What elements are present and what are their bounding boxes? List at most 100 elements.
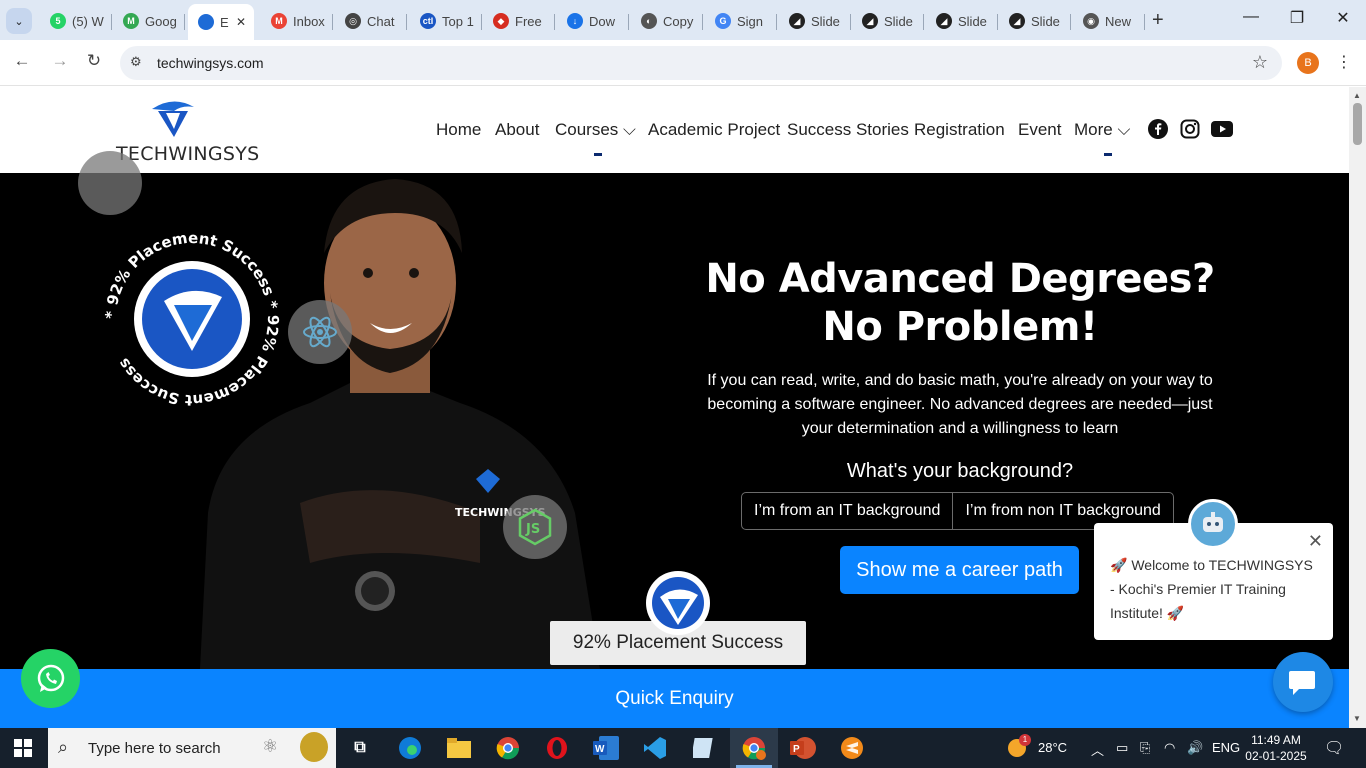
whatsapp-icon[interactable]: [21, 649, 80, 708]
battery-icon[interactable]: ▭: [1116, 740, 1128, 756]
weather-badge: 1: [1019, 734, 1031, 746]
file-explorer-icon[interactable]: [445, 734, 473, 762]
nav-academic-project[interactable]: Academic Project: [648, 120, 780, 140]
taskbar-search-box[interactable]: ⌕ Type here to search ⚛: [48, 728, 336, 768]
tab-favicon-icon: M: [123, 13, 139, 29]
device-icon[interactable]: ⎘: [1140, 740, 1150, 756]
logo-text[interactable]: TECHWINGSYS: [116, 143, 260, 165]
browser-tab[interactable]: ◢ Slide: [926, 6, 998, 36]
career-path-button[interactable]: Show me a career path: [840, 546, 1079, 594]
instagram-icon[interactable]: [1179, 118, 1201, 140]
system-clock[interactable]: 11:49 AM 02-01-2025: [1244, 732, 1308, 764]
browser-tab[interactable]: ◉ New: [1073, 6, 1145, 36]
tab-favicon-icon: [198, 14, 214, 30]
windows-start-icon[interactable]: [14, 739, 32, 757]
it-background-button[interactable]: I’m from an IT background: [742, 493, 952, 529]
chevron-down-icon: ⌵: [1117, 120, 1131, 139]
scroll-up-arrow-icon[interactable]: ▲: [1353, 91, 1361, 100]
browser-tab[interactable]: ◢ Slide: [852, 6, 924, 36]
vscode-icon[interactable]: [641, 734, 669, 762]
weather-icon[interactable]: 1: [1005, 734, 1031, 760]
minimize-button[interactable]: —: [1236, 8, 1266, 26]
tech-bubble-icon: [78, 151, 142, 215]
maximize-button[interactable]: ❐: [1282, 8, 1312, 28]
volume-icon[interactable]: 🔊: [1187, 740, 1203, 756]
browser-tab[interactable]: ◢ Slide: [779, 6, 851, 36]
edge-icon[interactable]: [396, 734, 424, 762]
browser-tab-strip: ⌄ 5 (5) W M Goog E ✕ M Inbox ◎ Chat ctl Top 1 ◆ Free ↓…: [0, 0, 1366, 40]
wifi-icon[interactable]: ◠: [1164, 740, 1175, 756]
weather-temperature[interactable]: 28°C: [1038, 740, 1067, 755]
profile-avatar[interactable]: B: [1297, 52, 1319, 74]
tab-favicon-icon: ctl: [420, 13, 436, 29]
tab-title: New: [1105, 13, 1132, 29]
language-indicator[interactable]: ENG: [1212, 740, 1240, 755]
tab-favicon-icon: ◢: [789, 13, 805, 29]
tab-separator: [554, 14, 555, 30]
browser-tab[interactable]: ↓ Dow: [557, 6, 629, 36]
new-tab-button[interactable]: +: [1152, 9, 1164, 32]
browser-tab[interactable]: ◐ Copy: [631, 6, 703, 36]
browser-tab[interactable]: E ✕: [188, 4, 254, 40]
browser-tab[interactable]: G Sign: [705, 6, 777, 36]
chrome-profile-icon[interactable]: [740, 734, 768, 762]
tab-favicon-icon: ◎: [345, 13, 361, 29]
chat-launcher-button[interactable]: [1273, 652, 1333, 712]
close-window-button[interactable]: ✕: [1328, 8, 1358, 28]
back-button[interactable]: ←: [10, 51, 34, 71]
tab-separator: [923, 14, 924, 30]
nav-registration[interactable]: Registration: [914, 120, 1005, 140]
atom-icon: ⚛: [262, 736, 279, 756]
tab-title: Free: [515, 13, 542, 29]
notepad-icon[interactable]: [690, 734, 718, 762]
nav-more[interactable]: More ⌵: [1074, 120, 1130, 140]
tab-close-icon[interactable]: ✕: [236, 15, 246, 29]
browser-menu-icon[interactable]: ⋮: [1336, 52, 1352, 72]
chevron-up-icon[interactable]: ︿: [1091, 740, 1104, 759]
nav-about[interactable]: About: [495, 120, 539, 140]
tab-favicon-icon: ◉: [1083, 13, 1099, 29]
browser-tab[interactable]: M Inbox: [261, 6, 333, 36]
nav-event[interactable]: Event: [1018, 120, 1061, 140]
browser-tab[interactable]: 5 (5) W: [40, 6, 112, 36]
word-icon[interactable]: W: [592, 734, 620, 762]
tab-favicon-icon: ◢: [862, 13, 878, 29]
scrollbar-thumb[interactable]: [1353, 103, 1362, 145]
browser-tab[interactable]: ctl Top 1: [410, 6, 482, 36]
tab-separator: [184, 14, 185, 30]
notification-icon[interactable]: 🗨: [1324, 738, 1344, 758]
tab-favicon-icon: ◢: [1009, 13, 1025, 29]
youtube-icon[interactable]: [1211, 118, 1233, 140]
tab-title: Goog: [145, 13, 177, 29]
tab-title: Slide: [811, 13, 840, 29]
bookmark-star-icon[interactable]: ☆: [1252, 52, 1268, 73]
techwingsys-logo-icon[interactable]: [148, 97, 198, 139]
nav-courses[interactable]: Courses ⌵: [555, 120, 636, 140]
browser-tab[interactable]: ◢ Slide: [999, 6, 1071, 36]
quick-enquiry-bar[interactable]: Quick Enquiry: [0, 669, 1349, 728]
windows-taskbar: ⌕ Type here to search ⚛ ⧉ W P 1 28°C ︿ ▭…: [0, 728, 1366, 768]
page-scrollbar[interactable]: ▲ ▼: [1349, 87, 1366, 728]
site-info-icon[interactable]: ⚙: [130, 54, 142, 70]
forward-button[interactable]: →: [48, 51, 72, 71]
powerpoint-icon[interactable]: P: [789, 734, 817, 762]
browser-tab[interactable]: ◆ Free: [483, 6, 555, 36]
tab-separator: [776, 14, 777, 30]
tab-search-button[interactable]: ⌄: [6, 8, 32, 34]
facebook-icon[interactable]: [1147, 118, 1169, 140]
nav-courses-label: Courses: [555, 120, 619, 139]
chat-welcome-text: 🚀 Welcome to TECHWINGSYS - Kochi's Premi…: [1110, 557, 1313, 621]
address-bar[interactable]: ⚙ techwingsys.com ☆: [120, 46, 1282, 80]
nav-success-stories[interactable]: Success Stories: [787, 120, 909, 140]
task-view-icon[interactable]: ⧉: [346, 734, 374, 762]
nav-home[interactable]: Home: [436, 120, 481, 140]
browser-tab[interactable]: M Goog: [113, 6, 185, 36]
sublime-icon[interactable]: [838, 734, 866, 762]
scroll-down-arrow-icon[interactable]: ▼: [1353, 714, 1361, 723]
reload-button[interactable]: ↻: [82, 51, 106, 71]
search-highlight-icon: [300, 732, 328, 762]
opera-icon[interactable]: [543, 734, 571, 762]
chrome-icon[interactable]: [494, 734, 522, 762]
close-icon[interactable]: ✕: [1308, 531, 1323, 552]
browser-tab[interactable]: ◎ Chat: [335, 6, 407, 36]
